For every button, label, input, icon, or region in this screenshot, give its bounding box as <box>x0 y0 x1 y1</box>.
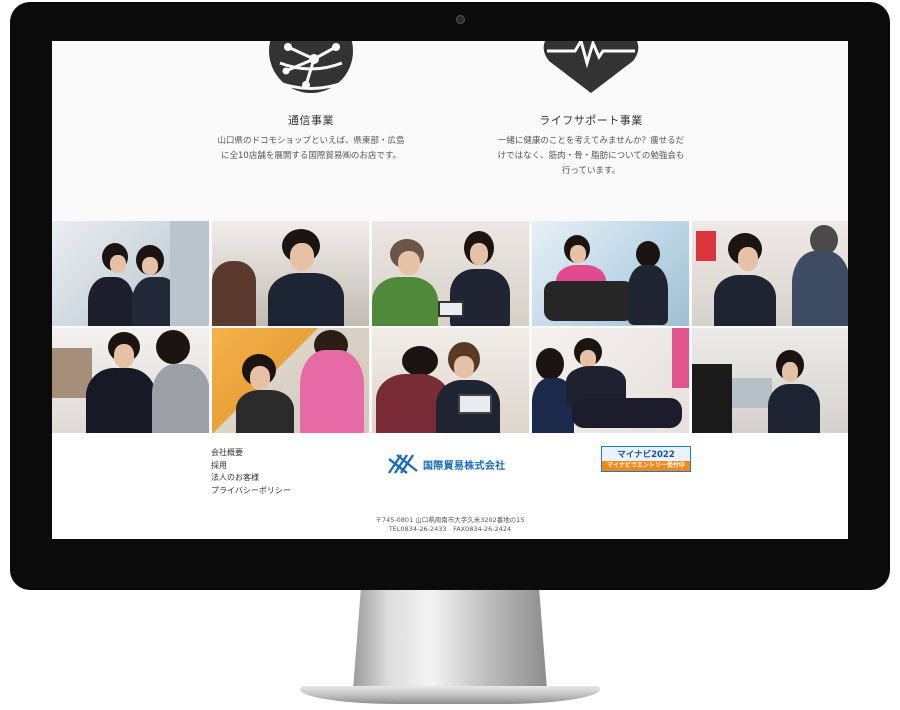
footer-links: 会社概要 採用 法人のお客様 プライバシーポリシー <box>211 447 291 497</box>
photo-staff-3 <box>372 221 529 326</box>
photo-staff-1 <box>52 221 209 326</box>
service-description: 一緒に健康のことを考えてみませんか？痩せるだけではなく、筋肉・骨・脂肪についての… <box>497 136 685 176</box>
photo-staff-5 <box>692 221 848 326</box>
globe-network-icon <box>269 41 353 93</box>
company-address: 〒745-0801 山口県周南市大字久米3202番地の15 TEL0834-26… <box>52 516 848 534</box>
footer-link-recruit[interactable]: 採用 <box>211 460 291 473</box>
photo-staff-2 <box>212 221 369 326</box>
mynavi-title: マイナビ2022 <box>602 447 690 461</box>
camera-dot <box>456 15 465 24</box>
service-telecom[interactable]: 通信事業 山口県のドコモショップといえば、県東部・広島に全10店舗を展開する国際… <box>216 41 406 164</box>
contact-line: TEL0834-26-2433 FAX0834-26-2424 <box>388 525 512 533</box>
footer-link-company[interactable]: 会社概要 <box>211 447 291 460</box>
service-title: 通信事業 <box>288 114 334 127</box>
photo-staff-4 <box>532 221 689 326</box>
monitor-stand-base <box>300 686 600 704</box>
footer-link-corporate[interactable]: 法人のお客様 <box>211 472 291 485</box>
photo-staff-9 <box>532 328 689 433</box>
mynavi-subtitle: マイナビでエントリー受付中 <box>602 461 690 471</box>
monitor-stand <box>353 590 547 690</box>
site-footer: 会社概要 採用 法人のお客様 プライバシーポリシー 国際貿易株式会社 マイナビ2… <box>52 433 848 539</box>
mynavi-banner[interactable]: マイナビ2022 マイナビでエントリー受付中 <box>601 446 691 472</box>
company-logo-icon <box>388 454 418 474</box>
company-logo[interactable]: 国際貿易株式会社 <box>387 453 505 475</box>
photo-staff-7 <box>212 328 369 433</box>
service-description: 山口県のドコモショップといえば、県東部・広島に全10店舗を展開する国際貿易㈱のお… <box>217 136 405 161</box>
service-title: ライフサポート事業 <box>539 114 643 127</box>
services-section: 通信事業 山口県のドコモショップといえば、県東部・広島に全10店舗を展開する国際… <box>52 41 848 221</box>
footer-link-privacy[interactable]: プライバシーポリシー <box>211 485 291 498</box>
service-lifesupport[interactable]: ライフサポート事業 一緒に健康のことを考えてみませんか？痩せるだけではなく、筋肉… <box>496 41 686 179</box>
company-logo-text: 国際貿易株式会社 <box>423 460 506 472</box>
screen: 通信事業 山口県のドコモショップといえば、県東部・広島に全10店舗を展開する国際… <box>52 41 848 539</box>
heart-pulse-icon <box>543 41 639 93</box>
photo-staff-10 <box>692 328 848 433</box>
photo-staff-8 <box>372 328 529 433</box>
photo-grid <box>52 221 848 433</box>
address-line: 〒745-0801 山口県周南市大字久米3202番地の15 <box>375 516 525 524</box>
photo-staff-6 <box>52 328 209 433</box>
